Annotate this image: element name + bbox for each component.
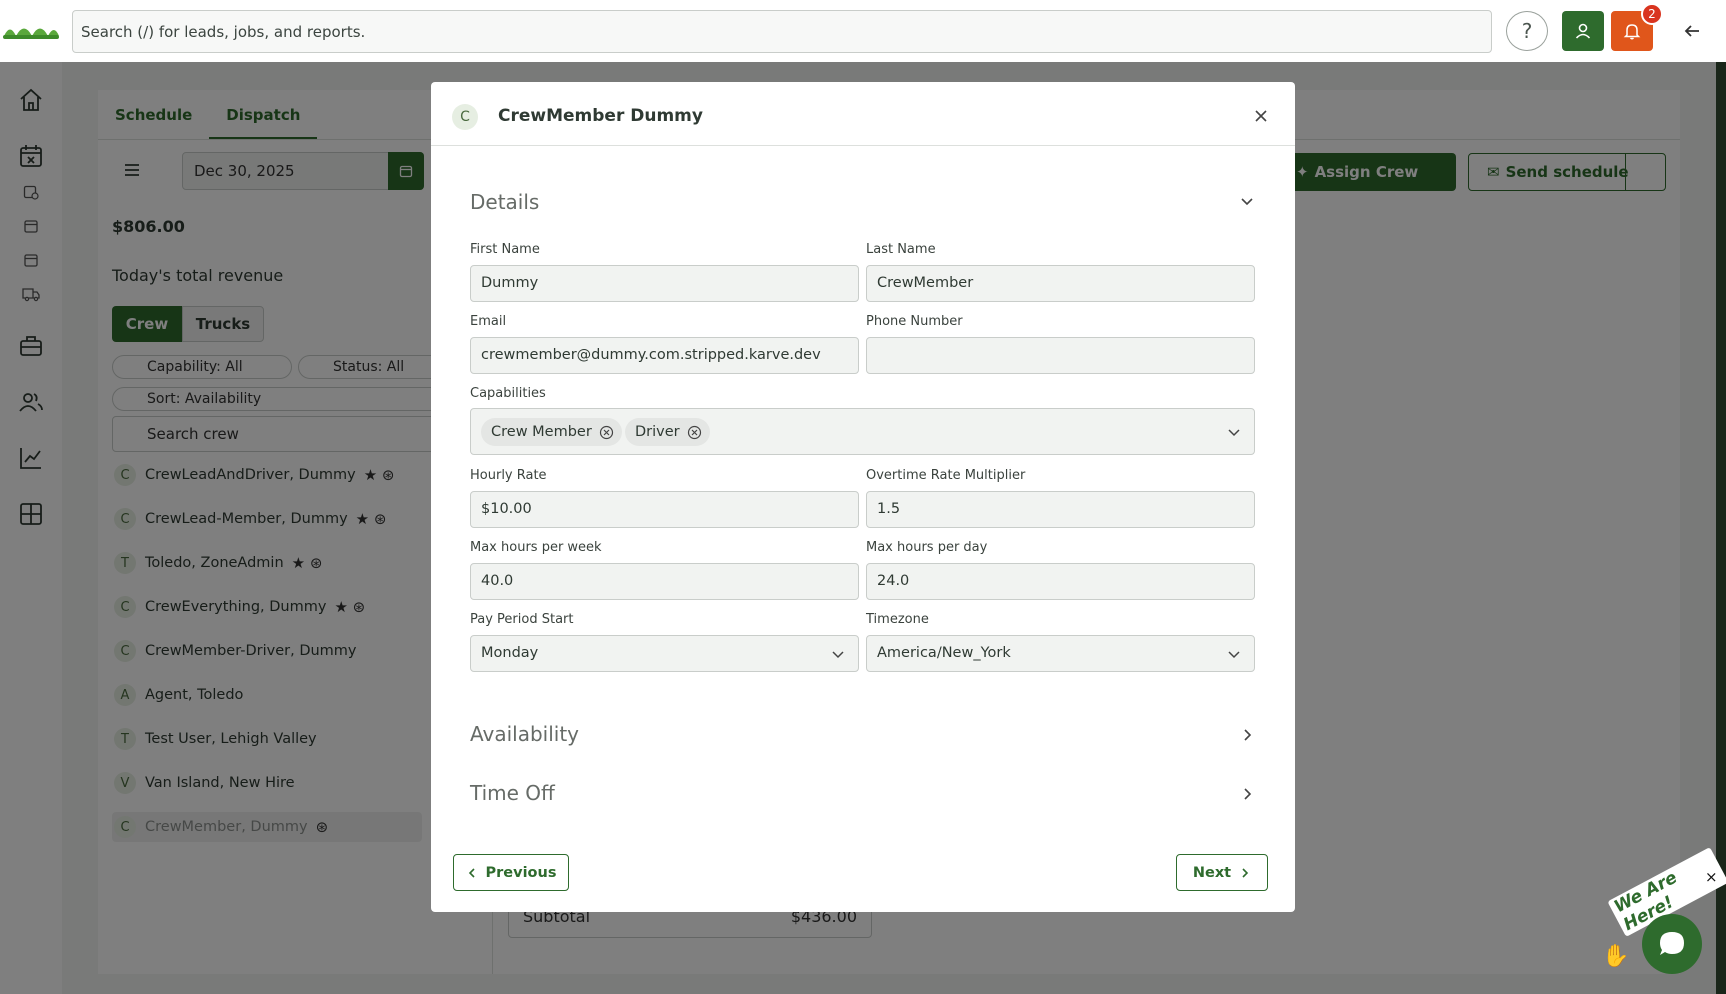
phone-field[interactable] <box>866 337 1255 374</box>
next-button[interactable]: Next <box>1176 854 1268 891</box>
max-hours-week-field[interactable]: 40.0 <box>470 563 859 600</box>
global-search-input[interactable]: Search (/) for leads, jobs, and reports. <box>72 10 1492 53</box>
capabilities-select[interactable]: Crew Member Driver <box>470 408 1255 455</box>
chevron-right-icon[interactable] <box>1237 725 1257 745</box>
user-menu-button[interactable] <box>1562 11 1604 51</box>
chevron-down-icon <box>1228 651 1240 659</box>
chevron-right-icon <box>1242 867 1249 878</box>
notification-badge: 2 <box>1641 3 1663 25</box>
max-week-label: Max hours per week <box>470 540 602 555</box>
help-button[interactable]: ? <box>1506 11 1548 51</box>
avatar: C <box>452 104 478 130</box>
max-day-label: Max hours per day <box>866 540 988 555</box>
overtime-label: Overtime Rate Multiplier <box>866 468 1026 483</box>
crew-member-modal: C CrewMember Dummy Details First Name La… <box>431 82 1295 912</box>
hourly-rate-field[interactable]: $10.00 <box>470 491 859 528</box>
help-icon: ? <box>1521 19 1533 43</box>
collapse-button[interactable] <box>1672 11 1712 51</box>
modal-header: C CrewMember Dummy <box>431 82 1295 146</box>
wave-hand-icon: ✋ <box>1602 944 1630 969</box>
max-hours-day-field[interactable]: 24.0 <box>866 563 1255 600</box>
timezone-select[interactable]: America/New_York <box>866 635 1255 672</box>
email-field[interactable]: crewmember@dummy.com.stripped.karve.dev <box>470 337 859 374</box>
capability-chip: Crew Member <box>481 418 622 446</box>
first-name-label: First Name <box>470 242 540 257</box>
remove-chip-icon[interactable] <box>599 425 614 440</box>
close-button[interactable] <box>1249 104 1273 128</box>
capabilities-label: Capabilities <box>470 386 546 401</box>
last-name-label: Last Name <box>866 242 936 257</box>
previous-button[interactable]: Previous <box>453 854 569 891</box>
chat-button[interactable] <box>1642 914 1702 974</box>
logo[interactable] <box>0 0 62 62</box>
timezone-label: Timezone <box>866 612 929 627</box>
chevron-down-icon[interactable] <box>1237 191 1257 211</box>
close-icon <box>1255 110 1267 122</box>
phone-label: Phone Number <box>866 314 963 329</box>
search-placeholder: Search (/) for leads, jobs, and reports. <box>81 22 366 41</box>
capability-chip: Driver <box>625 418 710 446</box>
availability-section-title[interactable]: Availability <box>470 722 579 746</box>
page-edge <box>1716 62 1726 994</box>
chat-bubble-icon <box>1660 932 1684 955</box>
modal-title: CrewMember Dummy <box>498 106 703 126</box>
bell-icon <box>1623 24 1641 40</box>
chevron-down-icon <box>832 651 844 659</box>
user-icon <box>1575 23 1591 39</box>
time-off-section-title[interactable]: Time Off <box>470 781 555 805</box>
remove-chip-icon[interactable] <box>687 425 702 440</box>
hourly-rate-label: Hourly Rate <box>470 468 547 483</box>
chevron-right-icon[interactable] <box>1237 784 1257 804</box>
pay-period-label: Pay Period Start <box>470 612 574 627</box>
chevron-left-icon <box>468 867 475 878</box>
chevron-down-icon[interactable] <box>1226 424 1242 440</box>
chat-close-icon[interactable]: × <box>1705 868 1718 886</box>
last-name-field[interactable]: CrewMember <box>866 265 1255 302</box>
pay-period-select[interactable]: Monday <box>470 635 859 672</box>
first-name-field[interactable]: Dummy <box>470 265 859 302</box>
details-section-title[interactable]: Details <box>470 190 539 214</box>
email-label: Email <box>470 314 507 329</box>
top-bar: Search (/) for leads, jobs, and reports.… <box>0 0 1726 62</box>
arrow-left-icon <box>1684 25 1699 37</box>
overtime-multiplier-field[interactable]: 1.5 <box>866 491 1255 528</box>
logo-icon <box>3 28 59 39</box>
